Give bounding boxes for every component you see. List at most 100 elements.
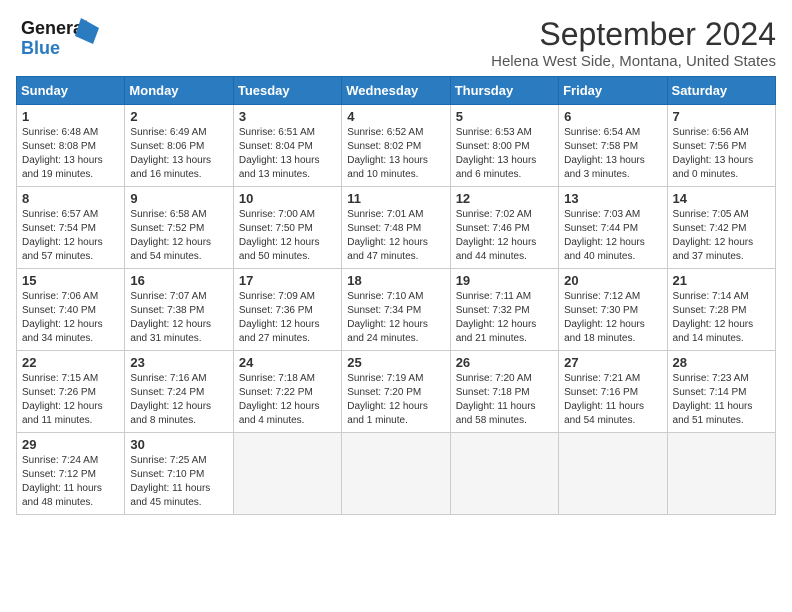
month-title: September 2024 [491,16,776,53]
day-detail: Sunrise: 6:56 AMSunset: 7:56 PMDaylight:… [673,127,754,180]
table-row: 3 Sunrise: 6:51 AMSunset: 8:04 PMDayligh… [233,105,341,187]
day-detail: Sunrise: 7:23 AMSunset: 7:14 PMDaylight:… [673,373,753,426]
day-number: 18 [347,273,444,288]
day-detail: Sunrise: 7:20 AMSunset: 7:18 PMDaylight:… [456,373,536,426]
table-row: 6 Sunrise: 6:54 AMSunset: 7:58 PMDayligh… [559,105,667,187]
day-detail: Sunrise: 6:58 AMSunset: 7:52 PMDaylight:… [130,209,211,262]
table-row: 29 Sunrise: 7:24 AMSunset: 7:12 PMDaylig… [17,433,125,515]
day-number: 25 [347,355,444,370]
day-number: 12 [456,191,553,206]
day-number: 8 [22,191,119,206]
day-detail: Sunrise: 7:14 AMSunset: 7:28 PMDaylight:… [673,291,754,344]
page-header: GeneralBlue September 2024 Helena West S… [16,16,776,70]
table-row [233,433,341,515]
day-detail: Sunrise: 6:57 AMSunset: 7:54 PMDaylight:… [22,209,103,262]
day-number: 5 [456,109,553,124]
table-row: 10 Sunrise: 7:00 AMSunset: 7:50 PMDaylig… [233,187,341,269]
day-detail: Sunrise: 7:09 AMSunset: 7:36 PMDaylight:… [239,291,320,344]
day-detail: Sunrise: 6:53 AMSunset: 8:00 PMDaylight:… [456,127,537,180]
day-detail: Sunrise: 7:02 AMSunset: 7:46 PMDaylight:… [456,209,537,262]
table-row: 27 Sunrise: 7:21 AMSunset: 7:16 PMDaylig… [559,351,667,433]
calendar-header-tuesday: Tuesday [233,77,341,105]
table-row: 19 Sunrise: 7:11 AMSunset: 7:32 PMDaylig… [450,269,558,351]
day-detail: Sunrise: 7:00 AMSunset: 7:50 PMDaylight:… [239,209,320,262]
day-detail: Sunrise: 7:10 AMSunset: 7:34 PMDaylight:… [347,291,428,344]
day-detail: Sunrise: 7:12 AMSunset: 7:30 PMDaylight:… [564,291,645,344]
table-row: 4 Sunrise: 6:52 AMSunset: 8:02 PMDayligh… [342,105,450,187]
table-row: 30 Sunrise: 7:25 AMSunset: 7:10 PMDaylig… [125,433,233,515]
day-detail: Sunrise: 7:11 AMSunset: 7:32 PMDaylight:… [456,291,537,344]
calendar-header-saturday: Saturday [667,77,775,105]
day-number: 7 [673,109,770,124]
table-row: 14 Sunrise: 7:05 AMSunset: 7:42 PMDaylig… [667,187,775,269]
table-row: 17 Sunrise: 7:09 AMSunset: 7:36 PMDaylig… [233,269,341,351]
table-row: 11 Sunrise: 7:01 AMSunset: 7:48 PMDaylig… [342,187,450,269]
day-number: 13 [564,191,661,206]
table-row [450,433,558,515]
day-number: 9 [130,191,227,206]
calendar-header-thursday: Thursday [450,77,558,105]
day-detail: Sunrise: 6:48 AMSunset: 8:08 PMDaylight:… [22,127,103,180]
table-row: 1 Sunrise: 6:48 AMSunset: 8:08 PMDayligh… [17,105,125,187]
table-row: 15 Sunrise: 7:06 AMSunset: 7:40 PMDaylig… [17,269,125,351]
table-row: 23 Sunrise: 7:16 AMSunset: 7:24 PMDaylig… [125,351,233,433]
table-row: 25 Sunrise: 7:19 AMSunset: 7:20 PMDaylig… [342,351,450,433]
day-number: 6 [564,109,661,124]
day-detail: Sunrise: 6:49 AMSunset: 8:06 PMDaylight:… [130,127,211,180]
day-number: 26 [456,355,553,370]
table-row: 12 Sunrise: 7:02 AMSunset: 7:46 PMDaylig… [450,187,558,269]
day-number: 22 [22,355,119,370]
day-detail: Sunrise: 7:18 AMSunset: 7:22 PMDaylight:… [239,373,320,426]
day-detail: Sunrise: 7:06 AMSunset: 7:40 PMDaylight:… [22,291,103,344]
table-row [667,433,775,515]
day-number: 20 [564,273,661,288]
table-row [559,433,667,515]
day-number: 29 [22,437,119,452]
calendar: SundayMondayTuesdayWednesdayThursdayFrid… [16,76,776,515]
day-number: 27 [564,355,661,370]
table-row: 26 Sunrise: 7:20 AMSunset: 7:18 PMDaylig… [450,351,558,433]
day-number: 19 [456,273,553,288]
table-row: 21 Sunrise: 7:14 AMSunset: 7:28 PMDaylig… [667,269,775,351]
day-number: 4 [347,109,444,124]
day-detail: Sunrise: 7:05 AMSunset: 7:42 PMDaylight:… [673,209,754,262]
day-number: 3 [239,109,336,124]
day-number: 10 [239,191,336,206]
day-number: 15 [22,273,119,288]
table-row: 22 Sunrise: 7:15 AMSunset: 7:26 PMDaylig… [17,351,125,433]
table-row: 5 Sunrise: 6:53 AMSunset: 8:00 PMDayligh… [450,105,558,187]
calendar-header-friday: Friday [559,77,667,105]
table-row: 13 Sunrise: 7:03 AMSunset: 7:44 PMDaylig… [559,187,667,269]
location-title: Helena West Side, Montana, United States [491,53,776,70]
day-number: 1 [22,109,119,124]
day-number: 14 [673,191,770,206]
calendar-header-monday: Monday [125,77,233,105]
table-row: 2 Sunrise: 6:49 AMSunset: 8:06 PMDayligh… [125,105,233,187]
day-detail: Sunrise: 7:01 AMSunset: 7:48 PMDaylight:… [347,209,428,262]
day-detail: Sunrise: 6:52 AMSunset: 8:02 PMDaylight:… [347,127,428,180]
day-detail: Sunrise: 7:15 AMSunset: 7:26 PMDaylight:… [22,373,103,426]
day-number: 24 [239,355,336,370]
table-row: 8 Sunrise: 6:57 AMSunset: 7:54 PMDayligh… [17,187,125,269]
day-detail: Sunrise: 7:07 AMSunset: 7:38 PMDaylight:… [130,291,211,344]
day-detail: Sunrise: 7:21 AMSunset: 7:16 PMDaylight:… [564,373,644,426]
day-number: 2 [130,109,227,124]
svg-text:Blue: Blue [21,38,60,58]
logo: GeneralBlue [16,16,106,60]
day-number: 23 [130,355,227,370]
day-number: 21 [673,273,770,288]
table-row: 24 Sunrise: 7:18 AMSunset: 7:22 PMDaylig… [233,351,341,433]
table-row: 16 Sunrise: 7:07 AMSunset: 7:38 PMDaylig… [125,269,233,351]
calendar-header-sunday: Sunday [17,77,125,105]
day-detail: Sunrise: 7:25 AMSunset: 7:10 PMDaylight:… [130,455,210,508]
table-row: 9 Sunrise: 6:58 AMSunset: 7:52 PMDayligh… [125,187,233,269]
table-row: 7 Sunrise: 6:56 AMSunset: 7:56 PMDayligh… [667,105,775,187]
table-row [342,433,450,515]
day-number: 11 [347,191,444,206]
day-number: 28 [673,355,770,370]
table-row: 18 Sunrise: 7:10 AMSunset: 7:34 PMDaylig… [342,269,450,351]
day-number: 17 [239,273,336,288]
logo-icon: GeneralBlue [16,16,106,60]
table-row: 28 Sunrise: 7:23 AMSunset: 7:14 PMDaylig… [667,351,775,433]
table-row: 20 Sunrise: 7:12 AMSunset: 7:30 PMDaylig… [559,269,667,351]
